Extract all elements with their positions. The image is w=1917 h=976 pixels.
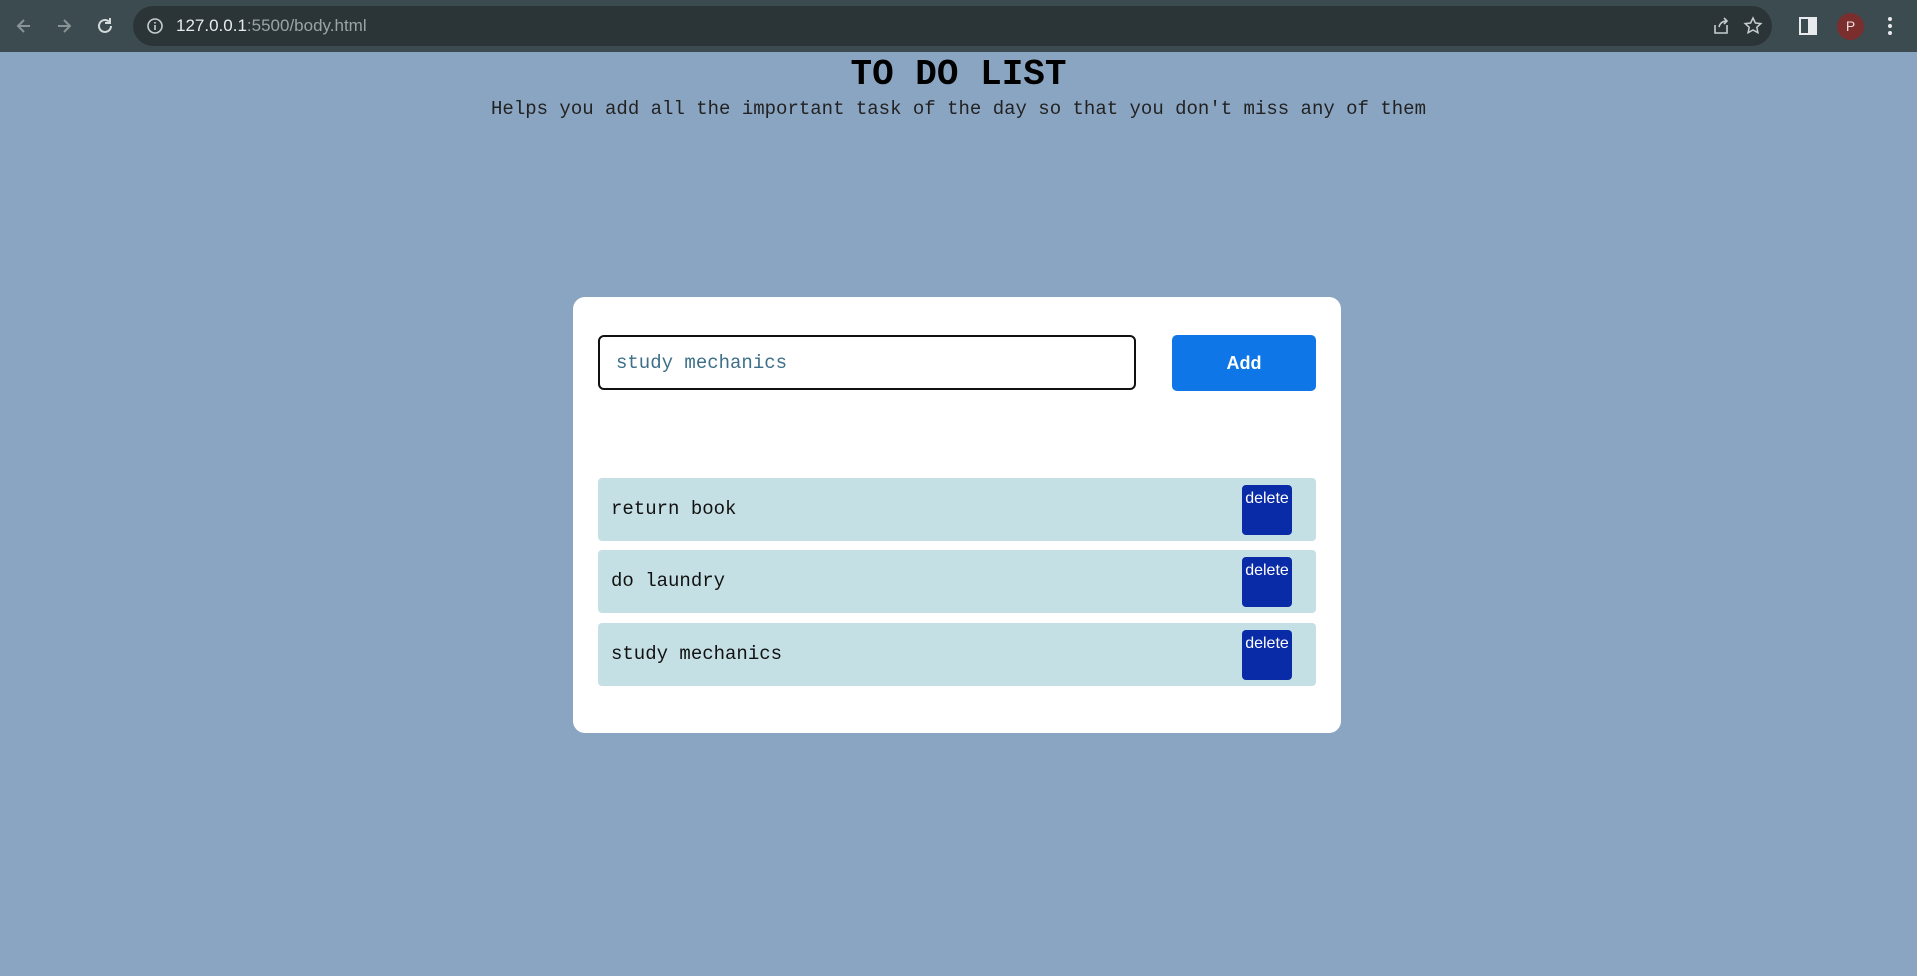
delete-button[interactable]: delete: [1242, 485, 1292, 535]
delete-button[interactable]: delete: [1242, 630, 1292, 680]
task-item: do laundry delete: [598, 550, 1316, 613]
url-host: 127.0.0.1: [176, 16, 247, 35]
url-path: :5500/body.html: [246, 16, 367, 35]
task-text: study mechanics: [611, 643, 783, 665]
share-icon[interactable]: [1711, 16, 1731, 36]
forward-arrow-icon[interactable]: [52, 14, 76, 38]
task-item: study mechanics delete: [598, 623, 1316, 686]
back-arrow-icon[interactable]: [12, 14, 36, 38]
todo-card: Add return book delete do laundry delete…: [573, 297, 1341, 733]
add-button[interactable]: Add: [1172, 335, 1316, 391]
task-text: do laundry: [611, 570, 726, 592]
task-text: return book: [611, 498, 737, 520]
address-bar[interactable]: 127.0.0.1:5500/body.html: [133, 6, 1772, 46]
reload-icon[interactable]: [93, 14, 117, 38]
browser-toolbar: 127.0.0.1:5500/body.html P: [0, 0, 1917, 52]
profile-avatar[interactable]: P: [1837, 13, 1864, 40]
more-menu-icon[interactable]: [1879, 15, 1901, 37]
bookmark-star-icon[interactable]: [1743, 16, 1763, 36]
url-text[interactable]: 127.0.0.1:5500/body.html: [176, 6, 367, 46]
task-item: return book delete: [598, 478, 1316, 541]
page-subtitle: Helps you add all the important task of …: [491, 98, 1426, 120]
task-input[interactable]: [598, 335, 1136, 390]
site-info-icon[interactable]: [146, 17, 164, 35]
page-title: TO DO LIST: [850, 54, 1067, 95]
delete-button[interactable]: delete: [1242, 557, 1292, 607]
side-panel-icon[interactable]: [1797, 15, 1819, 37]
